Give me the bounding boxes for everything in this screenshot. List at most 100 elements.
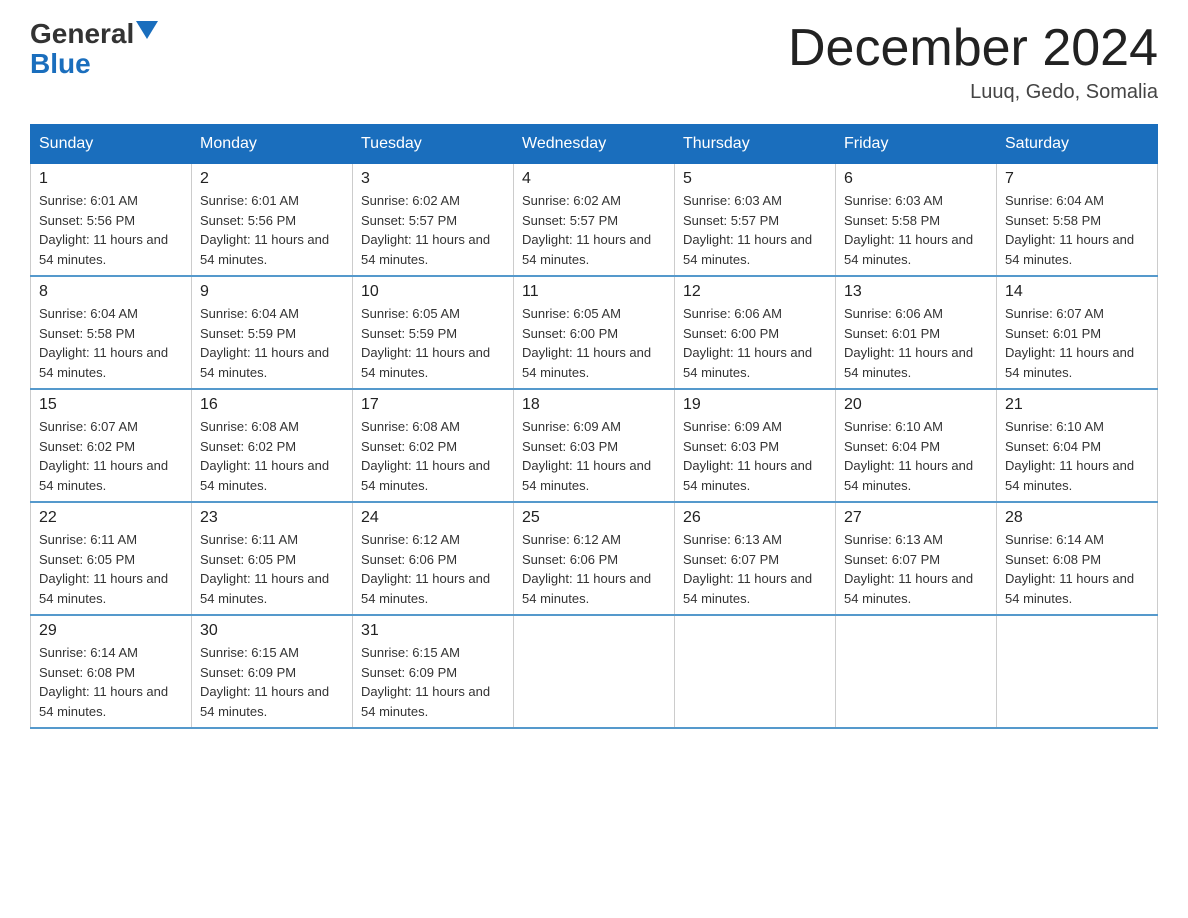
day-info: Sunrise: 6:12 AMSunset: 6:06 PMDaylight:… — [361, 532, 490, 606]
day-info: Sunrise: 6:03 AMSunset: 5:58 PMDaylight:… — [844, 193, 973, 267]
day-info: Sunrise: 6:03 AMSunset: 5:57 PMDaylight:… — [683, 193, 812, 267]
calendar-cell: 23 Sunrise: 6:11 AMSunset: 6:05 PMDaylig… — [192, 502, 353, 615]
day-number: 9 — [200, 283, 344, 301]
calendar-cell: 25 Sunrise: 6:12 AMSunset: 6:06 PMDaylig… — [514, 502, 675, 615]
day-info: Sunrise: 6:10 AMSunset: 6:04 PMDaylight:… — [1005, 419, 1134, 493]
day-info: Sunrise: 6:01 AMSunset: 5:56 PMDaylight:… — [39, 193, 168, 267]
day-number: 22 — [39, 509, 183, 527]
calendar-cell: 2 Sunrise: 6:01 AMSunset: 5:56 PMDayligh… — [192, 164, 353, 277]
day-number: 11 — [522, 283, 666, 301]
calendar-cell: 26 Sunrise: 6:13 AMSunset: 6:07 PMDaylig… — [675, 502, 836, 615]
calendar-cell: 15 Sunrise: 6:07 AMSunset: 6:02 PMDaylig… — [31, 389, 192, 502]
calendar-cell: 17 Sunrise: 6:08 AMSunset: 6:02 PMDaylig… — [353, 389, 514, 502]
weekday-header-sunday: Sunday — [31, 125, 192, 164]
page-header: General Blue December 2024 Luuq, Gedo, S… — [30, 20, 1158, 104]
day-number: 17 — [361, 396, 505, 414]
day-info: Sunrise: 6:04 AMSunset: 5:59 PMDaylight:… — [200, 306, 329, 380]
month-title: December 2024 — [788, 20, 1158, 77]
day-info: Sunrise: 6:05 AMSunset: 6:00 PMDaylight:… — [522, 306, 651, 380]
day-number: 21 — [1005, 396, 1149, 414]
day-number: 26 — [683, 509, 827, 527]
calendar-cell: 5 Sunrise: 6:03 AMSunset: 5:57 PMDayligh… — [675, 164, 836, 277]
day-number: 1 — [39, 170, 183, 188]
day-number: 25 — [522, 509, 666, 527]
calendar-cell: 22 Sunrise: 6:11 AMSunset: 6:05 PMDaylig… — [31, 502, 192, 615]
day-info: Sunrise: 6:04 AMSunset: 5:58 PMDaylight:… — [1005, 193, 1134, 267]
day-info: Sunrise: 6:12 AMSunset: 6:06 PMDaylight:… — [522, 532, 651, 606]
day-info: Sunrise: 6:13 AMSunset: 6:07 PMDaylight:… — [683, 532, 812, 606]
day-info: Sunrise: 6:02 AMSunset: 5:57 PMDaylight:… — [361, 193, 490, 267]
day-number: 29 — [39, 622, 183, 640]
calendar-week-row: 22 Sunrise: 6:11 AMSunset: 6:05 PMDaylig… — [31, 502, 1158, 615]
day-info: Sunrise: 6:14 AMSunset: 6:08 PMDaylight:… — [39, 645, 168, 719]
weekday-header-friday: Friday — [836, 125, 997, 164]
day-number: 14 — [1005, 283, 1149, 301]
day-info: Sunrise: 6:08 AMSunset: 6:02 PMDaylight:… — [200, 419, 329, 493]
day-info: Sunrise: 6:07 AMSunset: 6:02 PMDaylight:… — [39, 419, 168, 493]
day-number: 7 — [1005, 170, 1149, 188]
calendar-cell: 21 Sunrise: 6:10 AMSunset: 6:04 PMDaylig… — [997, 389, 1158, 502]
weekday-header-tuesday: Tuesday — [353, 125, 514, 164]
calendar-cell: 16 Sunrise: 6:08 AMSunset: 6:02 PMDaylig… — [192, 389, 353, 502]
day-info: Sunrise: 6:01 AMSunset: 5:56 PMDaylight:… — [200, 193, 329, 267]
day-info: Sunrise: 6:11 AMSunset: 6:05 PMDaylight:… — [39, 532, 168, 606]
calendar-cell: 28 Sunrise: 6:14 AMSunset: 6:08 PMDaylig… — [997, 502, 1158, 615]
calendar-cell: 3 Sunrise: 6:02 AMSunset: 5:57 PMDayligh… — [353, 164, 514, 277]
weekday-header-monday: Monday — [192, 125, 353, 164]
day-number: 31 — [361, 622, 505, 640]
logo-blue-text: Blue — [30, 48, 91, 80]
day-number: 3 — [361, 170, 505, 188]
day-number: 5 — [683, 170, 827, 188]
calendar-cell: 1 Sunrise: 6:01 AMSunset: 5:56 PMDayligh… — [31, 164, 192, 277]
calendar-cell: 13 Sunrise: 6:06 AMSunset: 6:01 PMDaylig… — [836, 276, 997, 389]
day-info: Sunrise: 6:06 AMSunset: 6:00 PMDaylight:… — [683, 306, 812, 380]
logo: General Blue — [30, 20, 158, 80]
calendar-cell: 20 Sunrise: 6:10 AMSunset: 6:04 PMDaylig… — [836, 389, 997, 502]
day-number: 27 — [844, 509, 988, 527]
calendar-cell: 9 Sunrise: 6:04 AMSunset: 5:59 PMDayligh… — [192, 276, 353, 389]
calendar-week-row: 29 Sunrise: 6:14 AMSunset: 6:08 PMDaylig… — [31, 615, 1158, 728]
day-number: 20 — [844, 396, 988, 414]
calendar-table: SundayMondayTuesdayWednesdayThursdayFrid… — [30, 124, 1158, 729]
calendar-cell: 8 Sunrise: 6:04 AMSunset: 5:58 PMDayligh… — [31, 276, 192, 389]
calendar-week-row: 15 Sunrise: 6:07 AMSunset: 6:02 PMDaylig… — [31, 389, 1158, 502]
day-info: Sunrise: 6:09 AMSunset: 6:03 PMDaylight:… — [522, 419, 651, 493]
calendar-cell: 11 Sunrise: 6:05 AMSunset: 6:00 PMDaylig… — [514, 276, 675, 389]
day-number: 6 — [844, 170, 988, 188]
day-number: 28 — [1005, 509, 1149, 527]
day-info: Sunrise: 6:07 AMSunset: 6:01 PMDaylight:… — [1005, 306, 1134, 380]
calendar-cell: 6 Sunrise: 6:03 AMSunset: 5:58 PMDayligh… — [836, 164, 997, 277]
day-number: 15 — [39, 396, 183, 414]
day-info: Sunrise: 6:11 AMSunset: 6:05 PMDaylight:… — [200, 532, 329, 606]
day-info: Sunrise: 6:02 AMSunset: 5:57 PMDaylight:… — [522, 193, 651, 267]
day-number: 24 — [361, 509, 505, 527]
day-info: Sunrise: 6:06 AMSunset: 6:01 PMDaylight:… — [844, 306, 973, 380]
day-info: Sunrise: 6:04 AMSunset: 5:58 PMDaylight:… — [39, 306, 168, 380]
calendar-cell: 19 Sunrise: 6:09 AMSunset: 6:03 PMDaylig… — [675, 389, 836, 502]
calendar-cell: 18 Sunrise: 6:09 AMSunset: 6:03 PMDaylig… — [514, 389, 675, 502]
day-info: Sunrise: 6:13 AMSunset: 6:07 PMDaylight:… — [844, 532, 973, 606]
day-number: 30 — [200, 622, 344, 640]
day-info: Sunrise: 6:09 AMSunset: 6:03 PMDaylight:… — [683, 419, 812, 493]
day-number: 10 — [361, 283, 505, 301]
day-info: Sunrise: 6:15 AMSunset: 6:09 PMDaylight:… — [361, 645, 490, 719]
calendar-cell — [836, 615, 997, 728]
day-number: 18 — [522, 396, 666, 414]
day-info: Sunrise: 6:05 AMSunset: 5:59 PMDaylight:… — [361, 306, 490, 380]
day-number: 16 — [200, 396, 344, 414]
day-number: 2 — [200, 170, 344, 188]
title-block: December 2024 Luuq, Gedo, Somalia — [788, 20, 1158, 104]
calendar-cell — [997, 615, 1158, 728]
location-text: Luuq, Gedo, Somalia — [788, 81, 1158, 104]
day-number: 19 — [683, 396, 827, 414]
day-number: 8 — [39, 283, 183, 301]
day-number: 4 — [522, 170, 666, 188]
calendar-cell: 10 Sunrise: 6:05 AMSunset: 5:59 PMDaylig… — [353, 276, 514, 389]
day-info: Sunrise: 6:10 AMSunset: 6:04 PMDaylight:… — [844, 419, 973, 493]
calendar-cell: 7 Sunrise: 6:04 AMSunset: 5:58 PMDayligh… — [997, 164, 1158, 277]
calendar-cell: 14 Sunrise: 6:07 AMSunset: 6:01 PMDaylig… — [997, 276, 1158, 389]
weekday-header-wednesday: Wednesday — [514, 125, 675, 164]
calendar-cell — [514, 615, 675, 728]
calendar-cell — [675, 615, 836, 728]
calendar-cell: 30 Sunrise: 6:15 AMSunset: 6:09 PMDaylig… — [192, 615, 353, 728]
